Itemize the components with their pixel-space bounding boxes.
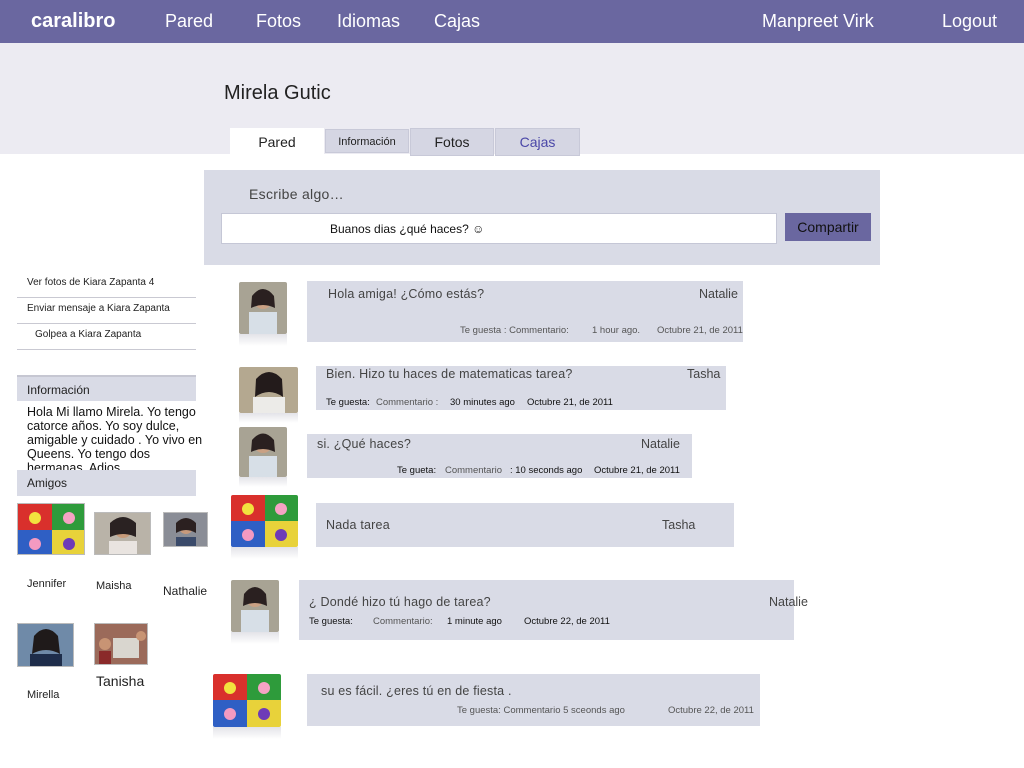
post-like[interactable]: Te guesta: — [326, 397, 370, 408]
avatar-reflection — [239, 477, 287, 487]
post-date: Octubre 21, de 2011 — [527, 397, 613, 408]
sidebar-link-poke[interactable]: Golpea a Kiara Zapanta — [17, 324, 196, 350]
person-photo-icon — [95, 513, 150, 554]
friend-name-nathalie[interactable]: Nathalie — [163, 584, 207, 598]
post-message: Bien. Hizo tu haces de matematicas tarea… — [326, 367, 573, 381]
composer-input[interactable] — [221, 213, 777, 244]
wall-post: su es fácil. ¿eres tú en de fiesta . Te … — [307, 674, 760, 726]
about-text: Hola Mi llamo Mirela. Yo tengo catorce a… — [27, 405, 203, 475]
post-avatar-natalie[interactable] — [239, 282, 287, 334]
sidebar-link-send-message[interactable]: Enviar mensaje a Kiara Zapanta — [17, 298, 196, 324]
friend-photo-jennifer[interactable] — [17, 503, 85, 555]
friends-heading: Amigos — [17, 470, 196, 496]
post-avatar-natalie[interactable] — [231, 580, 279, 632]
user-name-link[interactable]: Manpreet Virk — [762, 11, 874, 32]
tab-fotos[interactable]: Fotos — [410, 128, 494, 156]
tab-pared[interactable]: Pared — [230, 128, 324, 156]
friend-photo-maisha[interactable] — [94, 512, 151, 555]
person-photo-icon — [164, 513, 207, 546]
friend-photo-tanisha[interactable] — [94, 623, 148, 665]
person-photo-icon — [231, 580, 279, 632]
brand-logo[interactable]: caralibro — [31, 10, 115, 33]
avatar-reflection — [231, 547, 298, 559]
friend-name-maisha[interactable]: Maisha — [96, 580, 131, 592]
post-like[interactable]: Te gueta: — [397, 465, 436, 476]
friend-photo-nathalie[interactable] — [163, 512, 208, 547]
person-photo-icon — [239, 282, 287, 334]
wall-post: Hola amiga! ¿Cómo estás? Natalie Te gues… — [307, 281, 743, 342]
nav-pared[interactable]: Pared — [165, 11, 213, 32]
share-button[interactable]: Compartir — [785, 213, 871, 241]
tab-cajas[interactable]: Cajas — [495, 128, 580, 156]
post-comment[interactable]: Commentario — [445, 465, 502, 476]
post-avatar-natalie[interactable] — [239, 427, 287, 477]
post-author[interactable]: Tasha — [687, 367, 720, 381]
avatar-reflection — [239, 334, 287, 346]
post-author[interactable]: Natalie — [699, 287, 738, 301]
person-photo-icon — [239, 367, 298, 413]
post-like-comment[interactable]: Te guesta: Commentario 5 sceonds ago — [457, 705, 625, 716]
post-message: Nada tarea — [326, 518, 390, 532]
avatar-reflection — [213, 727, 281, 739]
post-message: su es fácil. ¿eres tú en de fiesta . — [321, 684, 512, 698]
post-time: 1 hour ago. — [592, 325, 641, 336]
post-time: 1 minute ago — [447, 616, 502, 627]
post-date: Octubre 21, de 2011 — [657, 325, 743, 336]
wall-post: ¿ Dondé hizo tú hago de tarea? Natalie T… — [299, 580, 808, 640]
post-comment[interactable]: Commentario: — [373, 616, 433, 627]
post-time: : 10 seconds ago — [510, 465, 583, 476]
avatar-reflection — [239, 413, 298, 423]
friend-name-mirella[interactable]: Mirella — [27, 689, 59, 701]
post-avatar-tasha[interactable] — [231, 495, 298, 547]
logout-link[interactable]: Logout — [942, 11, 997, 32]
info-heading: Información — [17, 375, 196, 401]
friend-name-jennifer[interactable]: Jennifer — [27, 578, 66, 590]
avatar-reflection — [231, 632, 279, 644]
post-author[interactable]: Tasha — [662, 518, 695, 532]
popart-photo-icon — [231, 495, 298, 547]
post-avatar-tasha[interactable] — [213, 674, 281, 727]
post-avatar-tasha[interactable] — [239, 367, 298, 413]
nav-fotos[interactable]: Fotos — [256, 11, 301, 32]
top-navigation-bar: caralibro Pared Fotos Idiomas Cajas Manp… — [0, 0, 1024, 43]
nav-cajas[interactable]: Cajas — [434, 11, 480, 32]
person-photo-icon — [18, 624, 73, 666]
post-date: Octubre 22, de 2011 — [524, 616, 610, 627]
popart-photo-icon — [18, 504, 84, 554]
post-like-comment[interactable]: Te guesta : Commentario: — [460, 325, 569, 336]
post-date: Octubre 22, de 2011 — [668, 705, 754, 716]
friend-photo-mirella[interactable] — [17, 623, 74, 667]
post-date: Octubre 21, de 2011 — [594, 465, 680, 476]
post-like[interactable]: Te guesta: — [309, 616, 353, 627]
post-comment[interactable]: Commentario : — [376, 397, 438, 408]
post-composer: Escribe algo… Compartir — [204, 170, 880, 265]
post-author[interactable]: Natalie — [769, 595, 808, 609]
post-message: Hola amiga! ¿Cómo estás? — [328, 287, 485, 301]
sidebar-link-view-photos[interactable]: Ver fotos de Kiara Zapanta 4 — [17, 272, 196, 298]
post-message: si. ¿Qué haces? — [317, 437, 412, 451]
post-author[interactable]: Natalie — [641, 437, 680, 451]
popart-photo-icon — [213, 674, 281, 727]
profile-name: Mirela Gutic — [224, 82, 331, 104]
person-photo-icon — [239, 427, 287, 477]
composer-label: Escribe algo… — [249, 186, 344, 202]
tab-informacion[interactable]: Información — [325, 129, 409, 153]
group-photo-icon — [95, 624, 147, 664]
wall-post: Bien. Hizo tu haces de matematicas tarea… — [316, 366, 726, 410]
wall-post: si. ¿Qué haces? Natalie Te gueta: Commen… — [307, 434, 692, 478]
nav-idiomas[interactable]: Idiomas — [337, 11, 400, 32]
friend-name-tanisha[interactable]: Tanisha — [96, 673, 144, 689]
post-time: 30 minutes ago — [450, 397, 515, 408]
wall-post: Nada tarea Tasha — [316, 503, 734, 547]
post-message: ¿ Dondé hizo tú hago de tarea? — [309, 595, 491, 609]
